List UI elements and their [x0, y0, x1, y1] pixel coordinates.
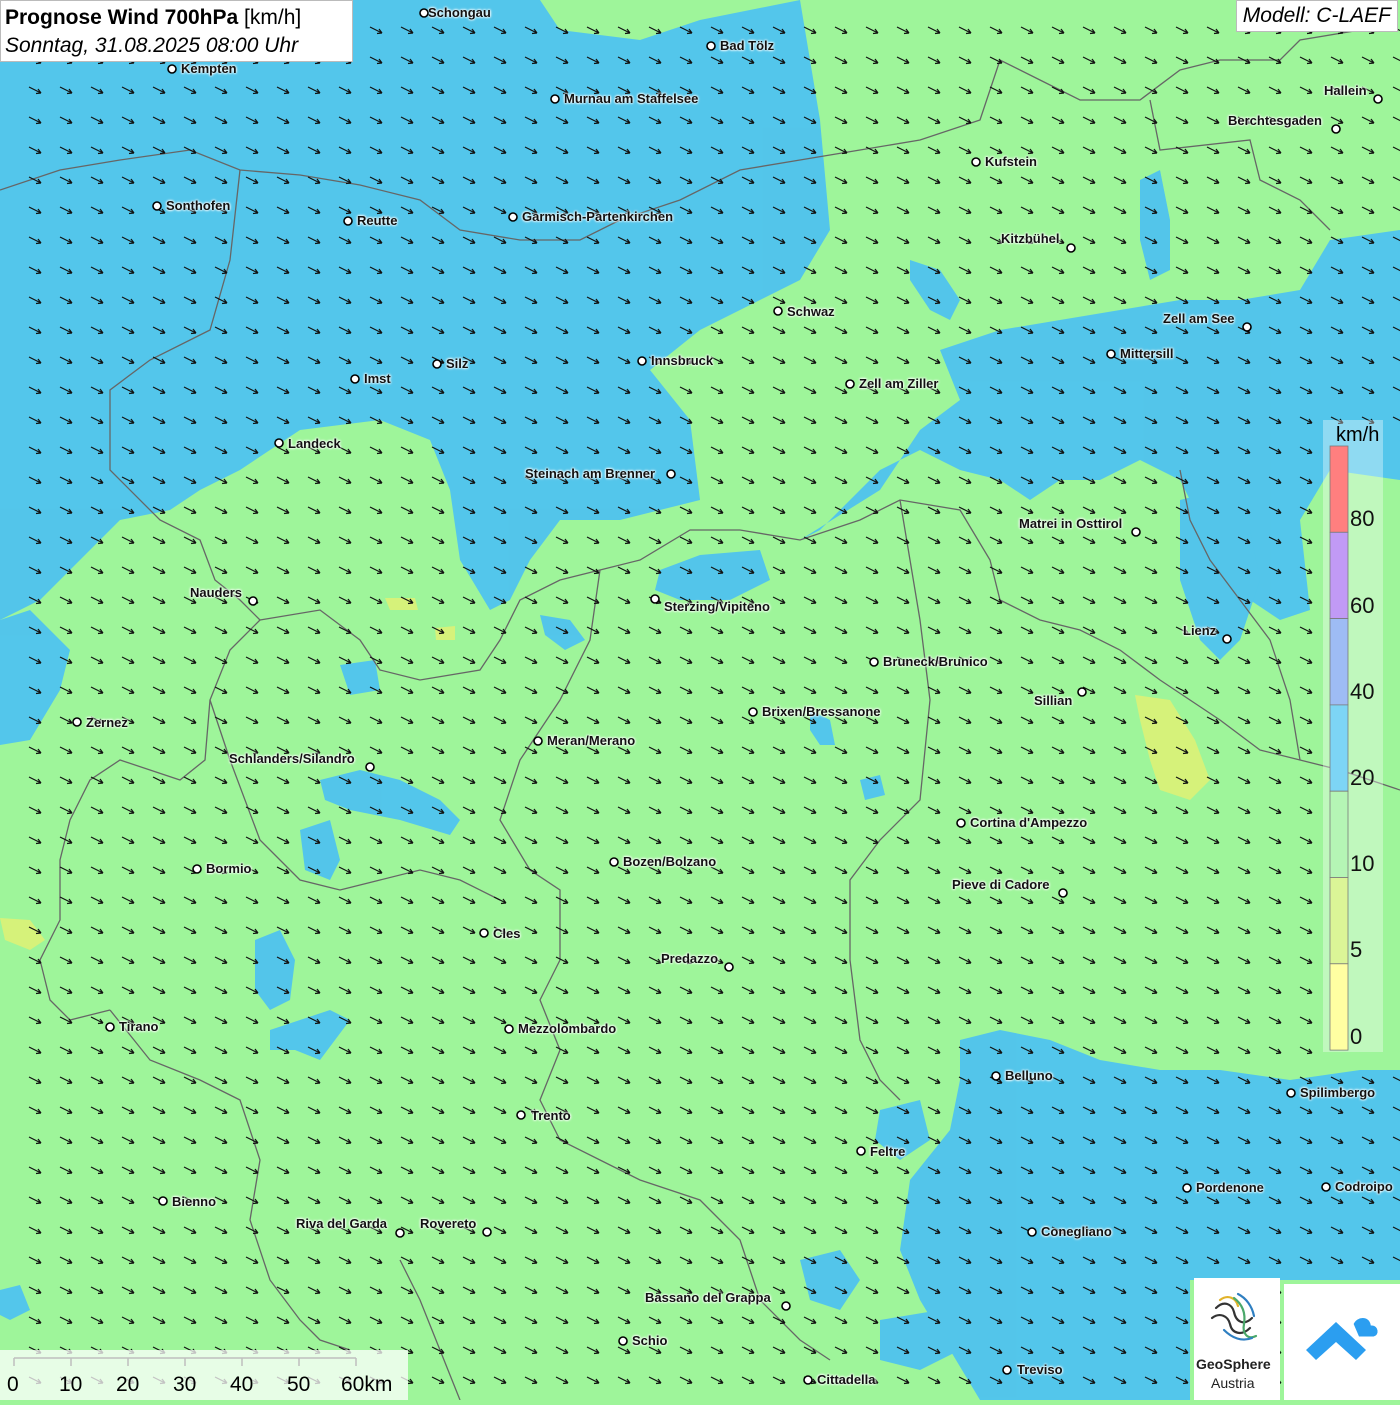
city-label: Zernez [86, 715, 128, 730]
city-label: Bassano del Grappa [645, 1290, 771, 1305]
city-label: Bienno [172, 1194, 217, 1209]
city-label: Landeck [288, 436, 341, 451]
city-label: Nauders [190, 585, 243, 600]
city-label: Hallein [1324, 83, 1367, 98]
legend-label-5: 5 [1350, 937, 1363, 962]
city-label: Sillian [1034, 693, 1073, 708]
city-label: Kitzbühel [1001, 231, 1060, 246]
legend-label-40: 40 [1350, 679, 1375, 704]
scale-label: 30 [173, 1373, 197, 1396]
city-label: Treviso [1017, 1362, 1063, 1377]
scale-label: 20 [116, 1373, 140, 1396]
city-label: Meran/Merano [547, 733, 636, 748]
legend-label-10: 10 [1350, 851, 1375, 876]
city-label: Pieve di Cadore [952, 877, 1050, 892]
city-label: Bozen/Bolzano [623, 854, 717, 869]
scale-label: 50 [287, 1373, 311, 1396]
city-label: Pordenone [1196, 1180, 1264, 1195]
city-label: Cortina d'Ampezzo [970, 815, 1088, 830]
city-label: Codroipo [1335, 1179, 1393, 1194]
city-label: Rovereto [420, 1216, 477, 1231]
city-label: Schlanders/Silandro [229, 751, 355, 766]
map-title: Prognose Wind 700hPa [km/h] [5, 6, 302, 29]
city-label: Sterzing/Vipiteno [664, 599, 770, 614]
city-label: Bormio [206, 861, 252, 876]
city-label: Kufstein [985, 154, 1037, 169]
cloud-logo [1284, 1284, 1400, 1400]
map-datetime: Sonntag, 31.08.2025 08:00 Uhr [5, 34, 299, 57]
city-label: Reutte [357, 213, 398, 228]
city-label: Murnau am Staffelsee [564, 91, 699, 106]
scale-label: 40 [230, 1373, 254, 1396]
city-label: Sonthofen [166, 198, 231, 213]
city-label: Bad Tölz [720, 38, 775, 53]
city-label: Innsbruck [651, 353, 714, 368]
city-label: Brixen/Bressanone [762, 704, 881, 719]
model-label: Modell: C-LAEF [1235, 0, 1398, 32]
city-label: Steinach am Brenner [525, 466, 656, 481]
legend-unit: km/h [1336, 424, 1380, 446]
city-label: Imst [364, 371, 391, 386]
city-label: Kempten [181, 61, 237, 76]
city-label: Matrei in Osttirol [1019, 516, 1123, 531]
legend-label-0: 0 [1350, 1024, 1363, 1049]
city-label: Feltre [870, 1144, 906, 1159]
geosphere-country: Austria [1211, 1375, 1255, 1391]
map-title-box: Prognose Wind 700hPa [km/h] Sonntag, 31.… [0, 0, 353, 62]
city-label: Zell am See [1163, 311, 1235, 326]
geosphere-logo-icon [1210, 1292, 1258, 1341]
city-label: Garmisch-Partenkirchen [522, 209, 674, 224]
city-label: Silz [446, 356, 469, 371]
scale-label: 60km [341, 1373, 393, 1396]
city-label: Bruneck/Brunico [883, 654, 988, 669]
city-label: Mittersill [1120, 346, 1174, 361]
city-label: Lienz [1183, 623, 1217, 638]
geosphere-name: GeoSphere [1196, 1356, 1271, 1372]
scale-label: 0 [7, 1373, 19, 1396]
city-label: Zell am Ziller [859, 376, 939, 391]
city-label: Cles [493, 926, 521, 941]
city-label: Schwaz [787, 304, 835, 319]
scale-label: 10 [59, 1373, 83, 1396]
city-label: Belluno [1005, 1068, 1053, 1083]
city-label: Trento [531, 1108, 571, 1123]
city-label: Cittadella [817, 1372, 876, 1387]
city-label: Spilimbergo [1300, 1085, 1376, 1100]
city-label: Tirano [119, 1019, 159, 1034]
city-label: Schio [632, 1333, 668, 1348]
city-label: Conegliano [1041, 1224, 1112, 1239]
legend-label-80: 80 [1350, 506, 1375, 531]
legend-label-20: 20 [1350, 765, 1375, 790]
city-label: Berchtesgaden [1228, 113, 1322, 128]
city-label: Predazzo [661, 951, 719, 966]
cloud-icon [1306, 1315, 1381, 1360]
city-label: Mezzolombardo [518, 1021, 617, 1036]
legend-label-60: 60 [1350, 593, 1375, 618]
city-label: Schongau [428, 5, 491, 20]
city-label: Riva del Garda [296, 1216, 388, 1231]
